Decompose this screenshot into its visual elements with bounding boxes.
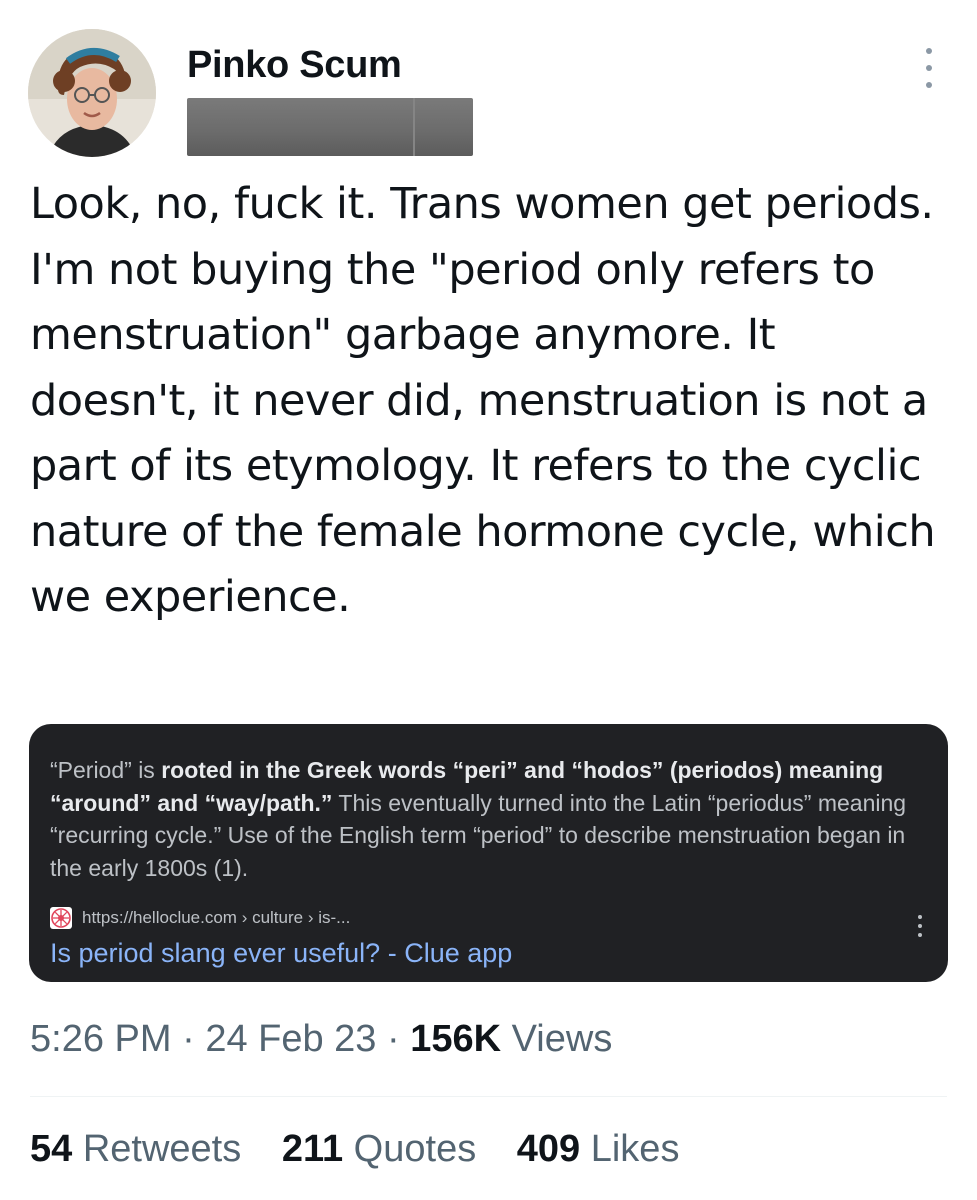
retweets-label: Retweets <box>72 1128 242 1170</box>
meta-separator: · <box>171 1018 206 1060</box>
views-label: Views <box>501 1018 613 1060</box>
retweets-count: 54 <box>30 1128 73 1170</box>
tweet-text: Look, no, fuck it. Trans women get perio… <box>30 179 936 622</box>
tweet-meta: 5:26 PM · 24 Feb 23 · 156K Views <box>30 1018 612 1061</box>
tweet-date[interactable]: 24 Feb 23 <box>205 1018 376 1060</box>
source-url[interactable]: https://helloclue.com › culture › is-... <box>82 908 350 928</box>
meta-separator: · <box>376 1018 411 1060</box>
likes-count: 409 <box>516 1128 581 1170</box>
search-snippet: “Period” is rooted in the Greek words “p… <box>50 754 920 884</box>
retweets-stat[interactable]: 54 Retweets <box>30 1128 241 1170</box>
avatar[interactable] <box>28 29 156 157</box>
more-options-icon[interactable] <box>917 48 941 88</box>
tweet: Pinko Scum Look, no, fuck it. Trans wome… <box>0 0 977 1200</box>
likes-label: Likes <box>580 1128 680 1170</box>
quotes-stat[interactable]: 211 Quotes <box>282 1128 476 1170</box>
divider <box>30 1096 947 1097</box>
redacted-handle <box>187 98 473 156</box>
quotes-count: 211 <box>281 1128 344 1170</box>
views-count: 156K <box>410 1018 502 1060</box>
display-name[interactable]: Pinko Scum <box>187 44 402 87</box>
engagement-stats: 54 Retweets 211 Quotes 409 Likes <box>30 1128 709 1171</box>
result-title-link[interactable]: Is period slang ever useful? - Clue app <box>50 938 512 969</box>
card-more-icon[interactable] <box>916 915 924 937</box>
attached-screenshot-card: “Period” is rooted in the Greek words “p… <box>29 724 948 982</box>
quotes-label: Quotes <box>343 1128 477 1170</box>
snippet-intro: “Period” is <box>50 757 162 783</box>
avatar-photo <box>28 29 156 157</box>
clue-favicon-icon <box>50 907 72 929</box>
tweet-time[interactable]: 5:26 PM <box>30 1018 172 1060</box>
likes-stat[interactable]: 409 Likes <box>517 1128 680 1170</box>
